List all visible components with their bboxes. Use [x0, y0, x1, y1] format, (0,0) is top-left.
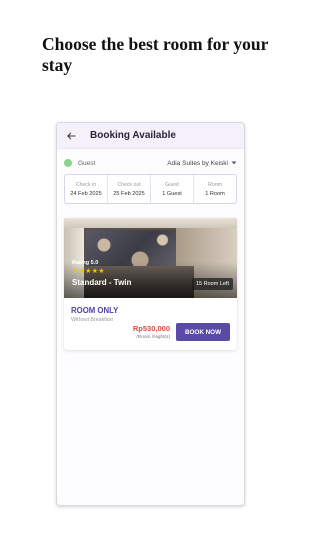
photo-ceiling [64, 218, 237, 228]
headline: Choose the best room for your stay [42, 34, 269, 75]
guest-label: Guest [78, 159, 96, 167]
hotel-selector[interactable]: Adia Suites by Keiski [167, 160, 237, 167]
guest-status-dot [64, 159, 72, 167]
rating-text: Rating 5.0 [72, 260, 99, 266]
room-count-cell[interactable]: Room 1 Room [194, 175, 236, 203]
room-count-value: 1 Room [205, 190, 225, 197]
check-in-cell[interactable]: Check in 24 Feb 2025 [65, 175, 108, 203]
check-in-value: 24 Feb 2025 [70, 190, 102, 197]
price-unit: /Room /Night(s) [136, 335, 170, 340]
check-out-cell[interactable]: Check out 25 Feb 2025 [108, 175, 151, 203]
guest-row: Guest Adia Suites by Keiski [57, 157, 244, 169]
guest-count-cell[interactable]: Guest 1 Guest [151, 175, 194, 203]
rate-plan-title: ROOM ONLY [71, 306, 119, 315]
room-photo: Rating 5.0 ★★★★★ Standard - Twin 15 Room… [64, 218, 237, 298]
guest-count-value: 1 Guest [162, 190, 182, 197]
guest-info: Guest [64, 159, 95, 167]
room-count-label: Room [208, 181, 222, 188]
room-price: Rp530,000 [132, 324, 170, 333]
check-out-value: 25 Feb 2025 [113, 190, 145, 197]
room-rate: ROOM ONLY Without Breakfast Rp530,000 /R… [64, 298, 237, 350]
check-out-label: Check out [117, 181, 141, 188]
check-in-label: Check in [75, 181, 97, 188]
page-title: Booking Available [90, 130, 176, 141]
booking-summary[interactable]: Check in 24 Feb 2025 Check out 25 Feb 20… [64, 174, 237, 204]
caret-down-icon [231, 161, 237, 165]
book-now-button[interactable]: BOOK NOW [176, 323, 230, 341]
hotel-name: Adia Suites by Keiski [167, 159, 228, 167]
rooms-left-badge: 15 Room Left [191, 278, 233, 290]
star-rating: ★★★★★ [72, 268, 105, 275]
back-arrow-icon[interactable] [65, 130, 77, 142]
app-bar: Booking Available [57, 123, 244, 149]
room-card[interactable]: Rating 5.0 ★★★★★ Standard - Twin 15 Room… [64, 218, 237, 350]
guest-count-label: Guest [165, 181, 179, 188]
room-type-name: Standard - Twin [72, 278, 132, 287]
phone-frame: Booking Available Guest Adia Suites by K… [56, 122, 245, 506]
